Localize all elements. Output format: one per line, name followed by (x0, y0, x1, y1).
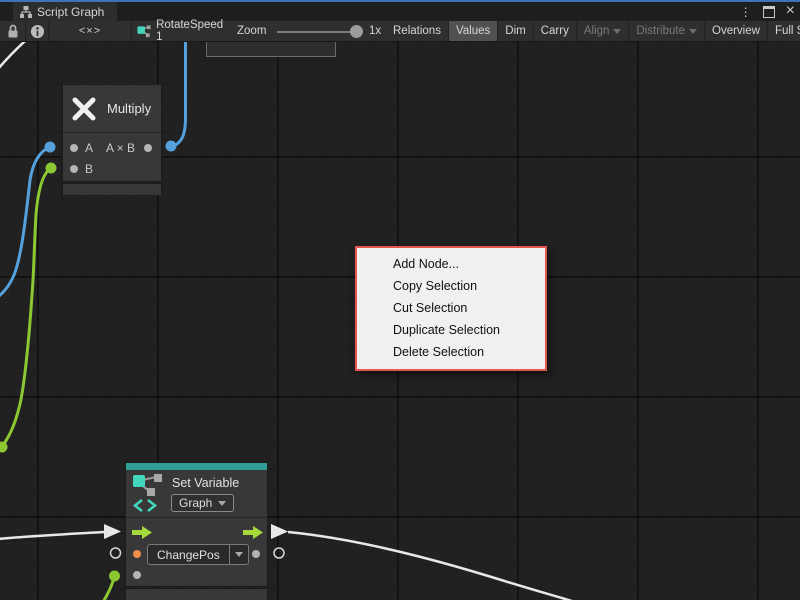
wire-endpoint (109, 571, 120, 582)
window-menu-icon[interactable]: ⋮ (740, 6, 752, 18)
zoom-slider-thumb[interactable] (350, 25, 363, 38)
code-view-button[interactable]: <×> (49, 21, 132, 41)
titlebar: Script Graph ⋮ × (0, 0, 800, 21)
breadcrumb-label: RotateSpeed 1 (156, 19, 228, 43)
node-title: Multiply (107, 101, 151, 116)
chevron-down-icon (689, 29, 697, 34)
variable-name-dropdown[interactable]: ChangePos (147, 544, 249, 565)
menu-item-duplicate-selection[interactable]: Duplicate Selection (357, 319, 545, 341)
overview-button[interactable]: Overview (705, 21, 768, 41)
menu-item-cut-selection[interactable]: Cut Selection (357, 297, 545, 319)
graph-canvas[interactable]: Multiply A A × B B Set Variable Graph (0, 42, 800, 600)
full-screen-button[interactable]: Full Screen (768, 21, 800, 41)
multiply-node-footer (62, 183, 162, 196)
chevron-down-icon (218, 501, 226, 506)
port-label-b: B (85, 162, 93, 176)
zoom-slider-track[interactable] (277, 31, 359, 33)
menu-item-add-node[interactable]: Add Node... (357, 253, 545, 275)
menu-item-delete-selection[interactable]: Delete Selection (357, 341, 545, 363)
lock-icon (6, 23, 20, 39)
info-button[interactable] (26, 21, 49, 41)
close-icon[interactable]: × (786, 3, 795, 19)
control-wire (0, 532, 104, 539)
maximize-icon[interactable] (763, 6, 775, 18)
output-value-port[interactable] (252, 550, 260, 558)
info-icon (30, 24, 45, 39)
wire-endpoint (45, 142, 56, 153)
tab-label: Script Graph (37, 5, 104, 19)
set-variable-node[interactable]: Set Variable Graph ChangePos (125, 462, 268, 587)
breadcrumb[interactable]: RotateSpeed 1 (132, 21, 228, 41)
value-wire-blue (0, 147, 50, 297)
align-dropdown[interactable]: Align (577, 21, 630, 41)
control-output-arrow-icon[interactable] (243, 526, 263, 539)
wire-endpoint (46, 163, 57, 174)
input-port[interactable] (133, 571, 141, 579)
variable-kind-strip (126, 463, 267, 470)
tab-script-graph[interactable]: Script Graph (13, 2, 117, 21)
multiply-node-header[interactable]: Multiply (63, 85, 161, 133)
zoom-level: 1x (369, 25, 381, 37)
lock-button[interactable] (0, 21, 26, 41)
graph-hierarchy-icon (20, 6, 32, 18)
control-wire (288, 532, 575, 600)
chevron-down-icon (613, 29, 621, 34)
distribute-dropdown[interactable]: Distribute (629, 21, 705, 41)
relations-button[interactable]: Relations (386, 21, 449, 41)
control-wire-arrow (104, 524, 121, 539)
multiply-x-icon (71, 96, 97, 122)
input-port-a[interactable] (70, 144, 78, 152)
control-wire-arrow (271, 524, 288, 539)
wire-endpoint (0, 442, 8, 453)
output-port-result[interactable] (144, 144, 152, 152)
graph-node-icon (137, 24, 151, 39)
control-wire (0, 42, 25, 69)
window-controls: ⋮ × (740, 2, 795, 21)
port-label-result: A × B (106, 141, 135, 155)
control-input-arrow-icon[interactable] (132, 526, 152, 539)
menu-item-copy-selection[interactable]: Copy Selection (357, 275, 545, 297)
context-menu: Add Node... Copy Selection Cut Selection… (355, 246, 547, 371)
port-label-a: A (85, 141, 93, 155)
chevron-down-icon (229, 545, 248, 564)
multiply-node[interactable]: Multiply A A × B B (62, 84, 162, 182)
values-button[interactable]: Values (449, 21, 498, 41)
input-port-b[interactable] (70, 165, 78, 173)
set-variable-body: ChangePos (126, 518, 267, 586)
code-brackets-icon: <×> (79, 25, 101, 37)
set-variable-header[interactable]: Set Variable Graph (126, 470, 267, 518)
value-wire-green (103, 576, 115, 600)
partial-node[interactable] (206, 42, 336, 57)
value-wire-blue (173, 42, 186, 146)
dim-button[interactable]: Dim (498, 21, 533, 41)
node-title: Set Variable (172, 476, 239, 490)
unconnected-port[interactable] (111, 548, 121, 558)
set-variable-icon (132, 473, 166, 515)
value-wire-green (2, 168, 51, 447)
wire-endpoint (166, 141, 177, 152)
variable-value-port[interactable] (133, 550, 141, 558)
unconnected-port[interactable] (274, 548, 284, 558)
toolbar-buttons: Relations Values Dim Carry Align Distrib… (386, 21, 800, 41)
toolbar: <×> RotateSpeed 1 Zoom 1x Relations Valu… (0, 21, 800, 42)
set-variable-footer (125, 588, 268, 600)
variable-scope-dropdown[interactable]: Graph (171, 494, 234, 512)
carry-button[interactable]: Carry (534, 21, 577, 41)
multiply-node-body: A A × B B (63, 133, 161, 181)
zoom-label: Zoom (237, 25, 266, 37)
